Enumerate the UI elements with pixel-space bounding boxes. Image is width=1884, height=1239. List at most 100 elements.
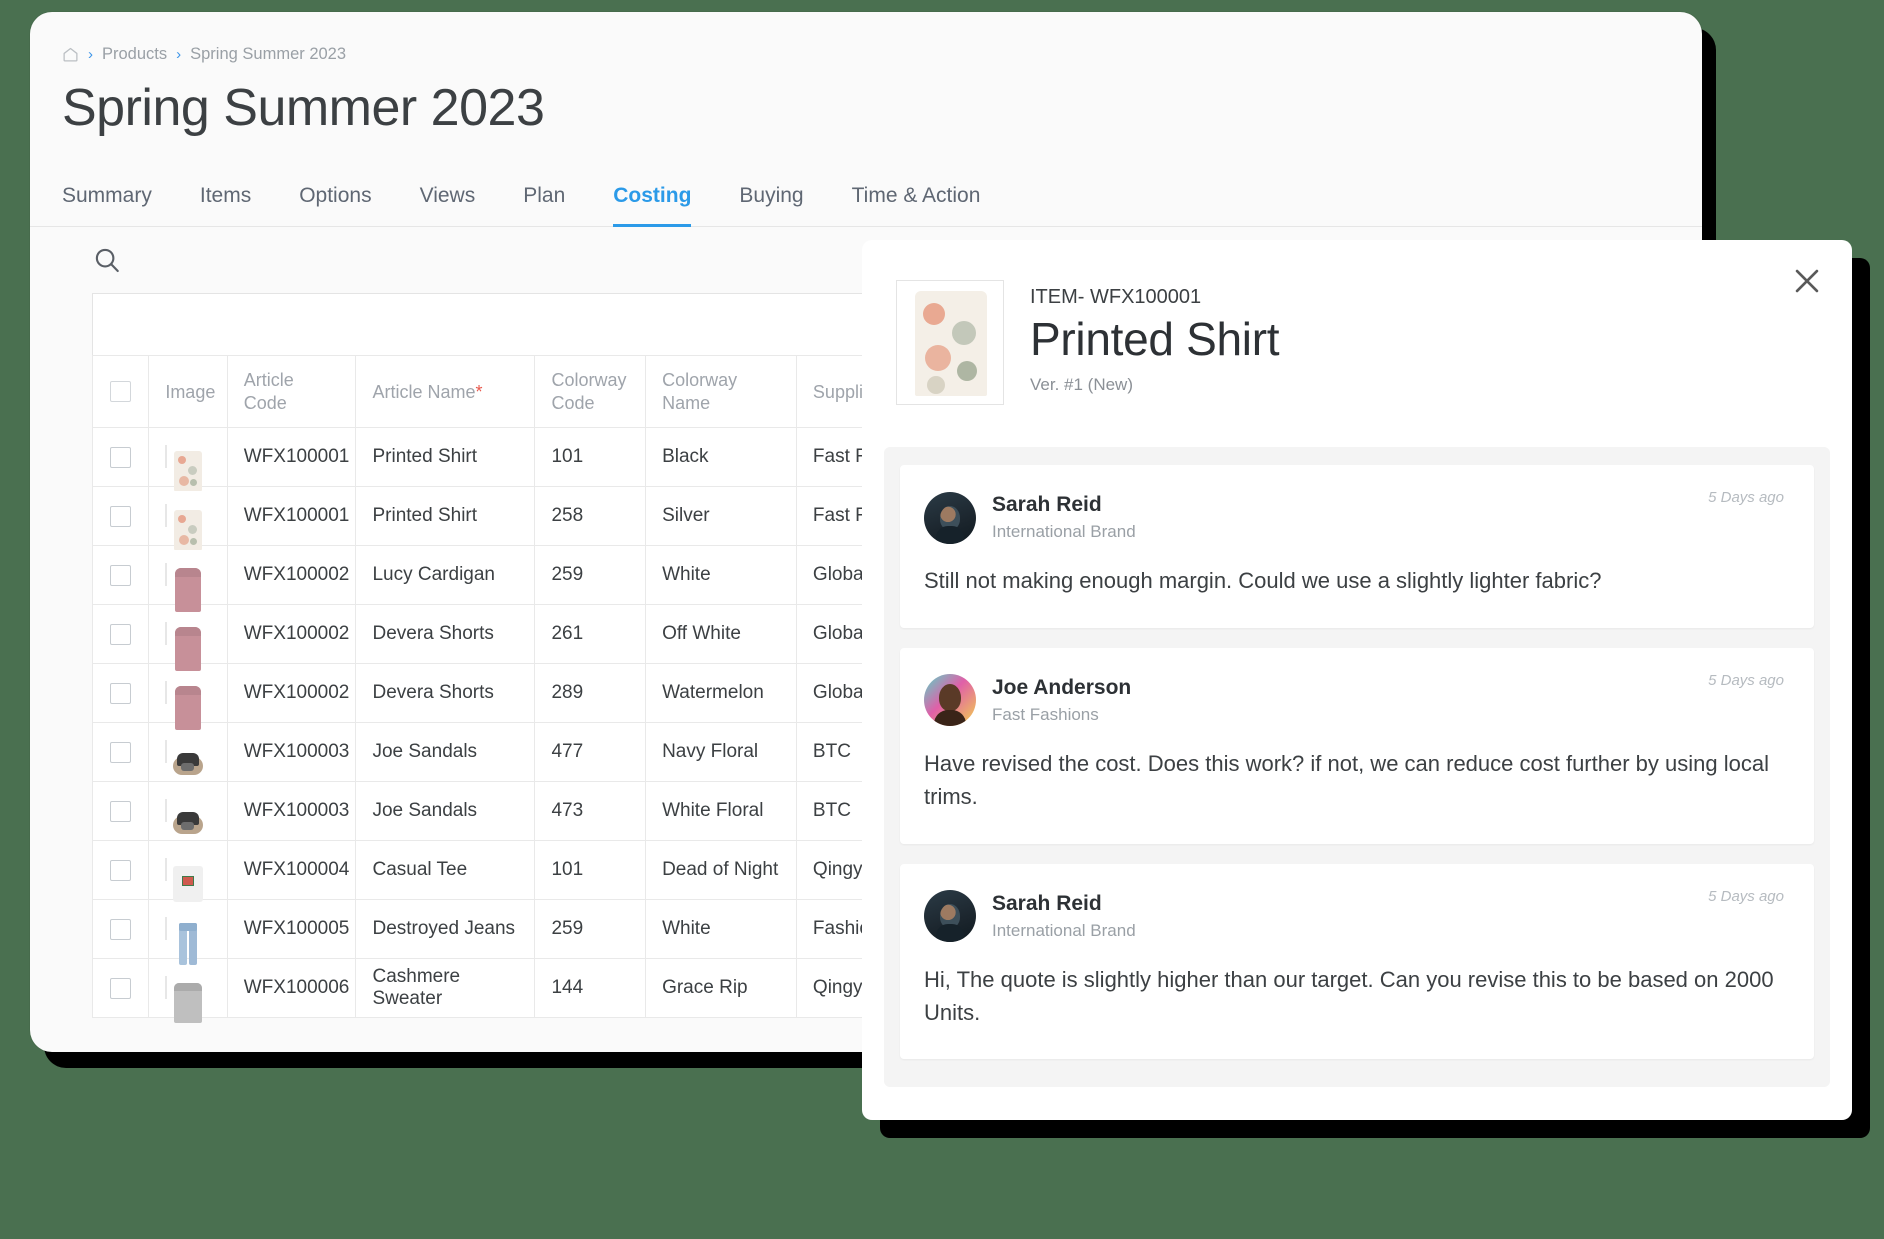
row-image-cell — [148, 545, 228, 613]
column-header-article-name-label: Article Name — [372, 381, 476, 402]
product-thumbnail — [165, 504, 203, 551]
comment-author-name: Joe Anderson — [992, 675, 1132, 699]
tab-summary[interactable]: Summary — [62, 184, 176, 226]
row-colorway-code: 289 — [534, 663, 647, 724]
row-colorway-name: Navy Floral — [645, 722, 797, 783]
row-image-cell — [148, 486, 228, 551]
panel-meta: ITEM- WFX100001 Printed Shirt Ver. #1 (N… — [1030, 280, 1280, 405]
row-select-cell[interactable] — [91, 486, 150, 547]
row-select-cell[interactable] — [91, 604, 150, 665]
required-marker-article-name: * — [475, 381, 483, 402]
comment-text: Still not making enough margin. Could we… — [924, 568, 1602, 594]
row-colorway-code: 101 — [534, 427, 647, 488]
comment-list[interactable]: 5 Days ago Sarah Reid International Brand S… — [884, 447, 1830, 1087]
tab-costing[interactable]: Costing — [589, 184, 715, 228]
row-colorway-code: 259 — [534, 899, 647, 960]
row-colorway-name: White Floral — [645, 781, 797, 842]
column-header-image[interactable]: Image — [148, 355, 228, 429]
column-header-colorway-name[interactable]: Colorway Name — [645, 355, 797, 429]
column-header-article-code[interactable]: Article Code — [226, 355, 357, 429]
row-checkbox[interactable] — [110, 800, 132, 822]
breadcrumb-separator-1: › — [88, 46, 93, 63]
comment-author-org: Fast Fashions — [992, 704, 1099, 724]
comment-timestamp: 5 Days ago — [1708, 489, 1784, 506]
comment-header: Sarah Reid International Brand — [924, 890, 1784, 943]
product-thumbnail — [165, 799, 204, 835]
comment-header: Sarah Reid International Brand — [924, 491, 1784, 544]
row-colorway-code: 258 — [534, 486, 647, 547]
page-title: Spring Summer 2023 — [62, 79, 545, 137]
row-image-cell — [148, 604, 228, 672]
avatar — [924, 491, 976, 544]
row-colorway-name: White — [645, 545, 797, 606]
comment-text: Hi, The quote is slightly higher than ou… — [924, 966, 1774, 1026]
tab-views[interactable]: Views — [396, 184, 500, 226]
tab-time-action[interactable]: Time & Action — [828, 184, 1005, 226]
row-checkbox[interactable] — [110, 682, 132, 704]
comment-author-org: International Brand — [992, 920, 1136, 940]
row-select-cell[interactable] — [91, 722, 150, 783]
row-checkbox[interactable] — [110, 564, 132, 586]
row-article-code: WFX100004 — [226, 840, 357, 901]
row-checkbox[interactable] — [110, 918, 132, 940]
row-article-name: Lucy Cardigan — [355, 545, 536, 606]
comment-header: Joe Anderson Fast Fashions — [924, 674, 1784, 727]
tab-buying[interactable]: Buying — [715, 184, 827, 226]
tab-plan[interactable]: Plan — [499, 184, 589, 226]
row-colorway-name: White — [645, 899, 797, 960]
column-header-article-name[interactable]: Article Name* — [355, 355, 536, 429]
row-select-cell[interactable] — [91, 840, 150, 901]
row-article-name: Printed Shirt — [355, 427, 536, 488]
item-code: ITEM- WFX100001 — [1030, 286, 1202, 308]
home-icon[interactable] — [62, 46, 79, 63]
close-icon[interactable] — [1790, 264, 1824, 298]
comment-author-block: Joe Anderson Fast Fashions — [992, 674, 1131, 727]
row-image-cell — [148, 427, 228, 492]
tab-items[interactable]: Items — [176, 184, 275, 226]
row-article-name: Joe Sandals — [355, 722, 536, 783]
comment-card[interactable]: 5 Days ago Joe Anderson Fast Fashions Have … — [900, 647, 1814, 844]
row-select-cell[interactable] — [91, 663, 150, 724]
row-checkbox[interactable] — [110, 977, 132, 999]
row-article-code: WFX100005 — [226, 899, 357, 960]
row-select-cell[interactable] — [91, 958, 150, 1019]
row-checkbox[interactable] — [110, 741, 132, 763]
select-all-checkbox[interactable] — [110, 381, 132, 403]
column-header-select-all[interactable] — [91, 355, 150, 429]
item-detail-panel: ITEM- WFX100001 Printed Shirt Ver. #1 (N… — [862, 240, 1852, 1120]
comment-card[interactable]: 5 Days ago Sarah Reid International Brand H… — [900, 863, 1814, 1060]
column-header-colorway-code[interactable]: Colorway Code — [534, 355, 647, 429]
row-select-cell[interactable] — [91, 899, 150, 960]
row-select-cell[interactable] — [91, 781, 150, 842]
breadcrumb-item-products[interactable]: Products — [102, 45, 167, 64]
row-article-name: Casual Tee — [355, 840, 536, 901]
product-thumbnail — [165, 858, 204, 903]
row-article-code: WFX100006 — [226, 958, 357, 1019]
comment-card[interactable]: 5 Days ago Sarah Reid International Brand S… — [900, 465, 1814, 628]
row-colorway-code: 101 — [534, 840, 647, 901]
row-article-name: Printed Shirt — [355, 486, 536, 547]
comment-timestamp: 5 Days ago — [1708, 887, 1784, 905]
panel-header: ITEM- WFX100001 Printed Shirt Ver. #1 (N… — [862, 240, 1852, 405]
row-checkbox[interactable] — [110, 623, 132, 645]
avatar — [924, 674, 976, 727]
row-image-cell — [148, 899, 228, 966]
screen: › Products › Spring Summer 2023 Spring S… — [0, 0, 1884, 1239]
row-colorway-code: 477 — [534, 722, 647, 783]
row-colorway-code: 261 — [534, 604, 647, 665]
breadcrumb-item-season[interactable]: Spring Summer 2023 — [190, 45, 346, 64]
comment-author-block: Sarah Reid International Brand — [992, 491, 1136, 544]
row-article-code: WFX100001 — [226, 486, 357, 547]
comment-author-name: Sarah Reid — [992, 493, 1102, 516]
row-article-code: WFX100002 — [226, 545, 357, 606]
row-colorway-code: 259 — [534, 545, 647, 606]
row-checkbox[interactable] — [110, 446, 132, 468]
row-image-cell — [148, 663, 228, 731]
search-icon[interactable] — [92, 245, 122, 275]
row-select-cell[interactable] — [91, 427, 150, 488]
row-checkbox[interactable] — [110, 859, 132, 881]
row-image-cell — [148, 840, 228, 903]
row-select-cell[interactable] — [91, 545, 150, 606]
row-checkbox[interactable] — [110, 505, 132, 527]
tab-options[interactable]: Options — [275, 184, 395, 226]
